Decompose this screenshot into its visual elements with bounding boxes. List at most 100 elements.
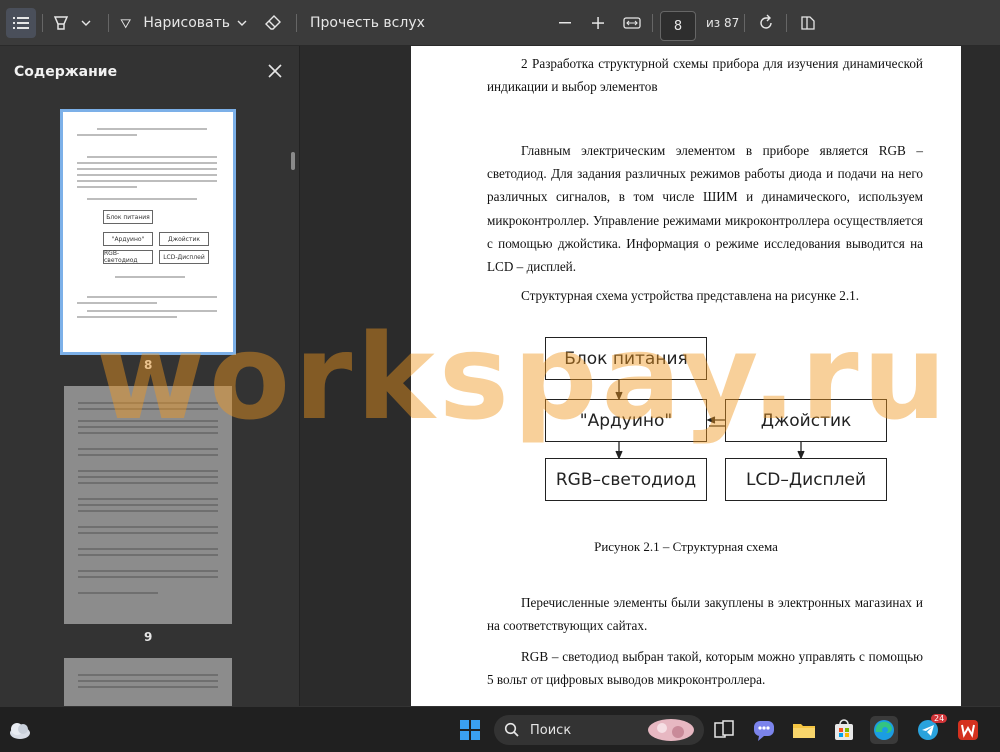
start-button[interactable]: [456, 716, 484, 744]
search-highlight-icon: [648, 719, 694, 741]
thumb-text-line: [78, 408, 218, 410]
read-aloud-button[interactable]: Прочесть вслух: [310, 8, 425, 38]
highlight-dropdown[interactable]: [74, 8, 98, 38]
draw-icon: [120, 19, 131, 29]
page-thumbnail-8[interactable]: Блок питания "Ардуино" Джойстик RGB-свет…: [60, 109, 236, 355]
page-view-button[interactable]: [793, 8, 823, 38]
list-icon: [13, 17, 29, 29]
search-label: Поиск: [530, 722, 572, 738]
toolbar-separator: [296, 14, 297, 32]
thumb-box-power: Блок питания: [103, 210, 153, 224]
thumb-text-line: [77, 186, 137, 188]
thumb-text-line: [78, 426, 218, 428]
thumb-text-line: [78, 498, 218, 500]
highlighter-icon: [53, 16, 69, 30]
teams-chat-button[interactable]: [750, 716, 778, 744]
thumb-text-line: [78, 402, 218, 404]
thumb-text-line: [87, 310, 217, 312]
thumb-text-line: [78, 482, 218, 484]
weather-widget[interactable]: [6, 716, 34, 744]
toolbar-separator: [652, 14, 653, 32]
pdf-page: 2 Разработка структурной схемы прибора д…: [411, 46, 961, 706]
thumb-text-line: [87, 296, 217, 298]
thumb-text-line: [78, 454, 218, 456]
thumb-text-line: [78, 680, 218, 682]
chevron-down-icon: [81, 20, 91, 26]
edge-icon: [874, 720, 894, 740]
edge-button[interactable]: [870, 716, 898, 744]
thumb-text-line: [78, 532, 218, 534]
paragraph: RGB – светодиод выбран такой, которым мо…: [487, 649, 923, 688]
draw-dropdown[interactable]: [230, 8, 254, 38]
zoom-out-button[interactable]: [550, 8, 580, 38]
diagram-box-joystick: Джойстик: [725, 399, 887, 442]
windows-taskbar: Поиск 24: [0, 706, 1000, 752]
rotate-icon: [760, 14, 772, 29]
read-aloud-label: Прочесть вслух: [310, 15, 425, 31]
thumb-text-line: [77, 162, 217, 164]
taskbar-search[interactable]: Поиск: [494, 715, 704, 745]
pdf-toolbar: Нарисовать Прочесть вслух из 87: [0, 0, 1000, 46]
plus-icon: [592, 17, 604, 29]
thumb-text-line: [87, 198, 197, 200]
thumb-text-line: [78, 510, 218, 512]
thumb-text-line: [115, 276, 185, 278]
page-view-icon: [801, 16, 815, 30]
draw-label: Нарисовать: [143, 15, 230, 31]
task-view-button[interactable]: [710, 716, 738, 744]
chat-icon: [754, 721, 774, 741]
page-thumbnail-9[interactable]: [64, 386, 232, 624]
eraser-icon: [265, 15, 281, 30]
zoom-in-button[interactable]: [583, 8, 613, 38]
fit-width-icon: [623, 17, 641, 29]
document-view[interactable]: 2 Разработка структурной схемы прибора д…: [301, 46, 1000, 706]
thumb-text-line: [78, 548, 218, 550]
file-explorer-button[interactable]: [790, 716, 818, 744]
telegram-button[interactable]: 24: [914, 714, 948, 744]
thumb-text-line: [78, 526, 218, 528]
folder-icon: [793, 724, 815, 738]
paragraph: Перечисленные элементы были закуплены в …: [487, 595, 923, 634]
fit-to-width-button[interactable]: [617, 8, 647, 38]
thumb-text-line: [77, 134, 137, 136]
draw-button[interactable]: Нарисовать: [120, 8, 230, 38]
toolbar-separator: [786, 14, 787, 32]
page-number-input[interactable]: [660, 11, 696, 41]
highlight-button[interactable]: [46, 8, 76, 38]
weather-icon: [10, 723, 30, 739]
search-icon: [504, 722, 519, 737]
store-button[interactable]: [830, 716, 858, 744]
contents-sidebar: Содержание Блок питания "Ардуино" Джойст…: [0, 46, 300, 706]
wps-icon: [958, 720, 978, 740]
diagram-box-lcd: LCD–Дисплей: [725, 458, 887, 501]
thumb-text-line: [78, 576, 218, 578]
page-total: из 87: [706, 16, 740, 30]
thumb-text-line: [78, 448, 218, 450]
thumb-text-line: [78, 570, 218, 572]
eraser-button[interactable]: [258, 8, 288, 38]
diagram-box-rgb: RGB–светодиод: [545, 458, 707, 501]
thumb-box-arduino: "Ардуино": [103, 232, 153, 246]
thumb-text-line: [77, 174, 217, 176]
windows-icon: [460, 720, 480, 740]
thumbnail-page-number: 9: [144, 630, 153, 644]
rotate-button[interactable]: [751, 8, 781, 38]
store-icon: [835, 719, 853, 740]
contents-list-button[interactable]: [6, 8, 36, 38]
wps-office-button[interactable]: [954, 716, 982, 744]
page-thumbnail-10[interactable]: [64, 658, 232, 706]
thumb-box-rgb: RGB-светодиод: [103, 250, 153, 264]
close-sidebar-button[interactable]: [264, 60, 286, 82]
thumb-box-joystick: Джойстик: [159, 232, 209, 246]
toolbar-separator: [42, 14, 43, 32]
thumb-text-line: [78, 470, 218, 472]
sidebar-title: Содержание: [14, 64, 118, 80]
thumb-text-line: [78, 686, 218, 688]
chevron-down-icon: [237, 20, 247, 26]
figure-caption: Рисунок 2.1 – Структурная схема: [594, 539, 778, 554]
sidebar-scrollbar[interactable]: [291, 152, 295, 170]
thumb-text-line: [77, 180, 217, 182]
toolbar-separator: [744, 14, 745, 32]
diagram-box-arduino: "Ардуино": [545, 399, 707, 442]
thumb-text-line: [77, 302, 157, 304]
